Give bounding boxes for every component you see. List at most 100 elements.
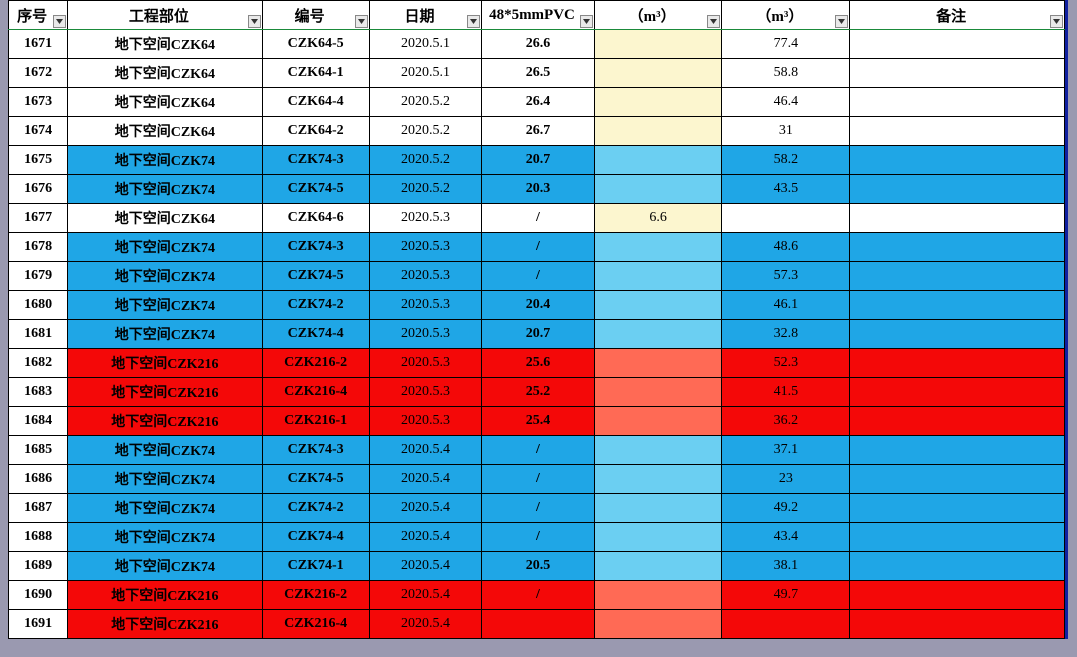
cell-part[interactable]: 地下空间CZK216 [68, 581, 262, 610]
cell-m3b[interactable]: 58.2 [722, 146, 850, 175]
cell-m3b[interactable]: 77.4 [722, 30, 850, 59]
cell-part[interactable]: 地下空间CZK74 [68, 320, 262, 349]
cell-code[interactable]: CZK74-1 [262, 552, 369, 581]
cell-date[interactable]: 2020.5.2 [369, 175, 481, 204]
cell-date[interactable]: 2020.5.1 [369, 30, 481, 59]
cell-date[interactable]: 2020.5.4 [369, 552, 481, 581]
cell-m3b[interactable]: 43.4 [722, 523, 850, 552]
cell-seq[interactable]: 1682 [9, 349, 68, 378]
cell-m3b[interactable]: 48.6 [722, 233, 850, 262]
cell-m3a[interactable] [594, 30, 722, 59]
header-m3b[interactable]: （m³） [722, 1, 850, 30]
cell-code[interactable]: CZK64-4 [262, 88, 369, 117]
cell-code[interactable]: CZK216-2 [262, 581, 369, 610]
cell-date[interactable]: 2020.5.2 [369, 146, 481, 175]
cell-seq[interactable]: 1672 [9, 59, 68, 88]
cell-remark[interactable] [850, 610, 1065, 639]
cell-part[interactable]: 地下空间CZK74 [68, 291, 262, 320]
cell-pvc[interactable]: / [482, 262, 594, 291]
cell-pvc[interactable]: 25.6 [482, 349, 594, 378]
cell-code[interactable]: CZK74-5 [262, 175, 369, 204]
cell-seq[interactable]: 1675 [9, 146, 68, 175]
cell-code[interactable]: CZK74-5 [262, 465, 369, 494]
cell-part[interactable]: 地下空间CZK64 [68, 88, 262, 117]
cell-m3b[interactable]: 46.1 [722, 291, 850, 320]
header-pvc[interactable]: 48*5mmPVC [482, 1, 594, 30]
cell-part[interactable]: 地下空间CZK216 [68, 610, 262, 639]
cell-code[interactable]: CZK64-5 [262, 30, 369, 59]
header-date[interactable]: 日期 [369, 1, 481, 30]
cell-code[interactable]: CZK74-4 [262, 320, 369, 349]
cell-m3b[interactable]: 49.7 [722, 581, 850, 610]
cell-remark[interactable] [850, 378, 1065, 407]
cell-remark[interactable] [850, 349, 1065, 378]
cell-pvc[interactable]: / [482, 233, 594, 262]
cell-remark[interactable] [850, 436, 1065, 465]
cell-code[interactable]: CZK216-2 [262, 349, 369, 378]
cell-pvc[interactable]: 20.7 [482, 320, 594, 349]
cell-pvc[interactable]: 20.7 [482, 146, 594, 175]
cell-seq[interactable]: 1679 [9, 262, 68, 291]
cell-code[interactable]: CZK74-3 [262, 146, 369, 175]
cell-date[interactable]: 2020.5.3 [369, 378, 481, 407]
filter-icon[interactable] [467, 15, 480, 28]
cell-seq[interactable]: 1674 [9, 117, 68, 146]
cell-pvc[interactable]: 25.2 [482, 378, 594, 407]
cell-part[interactable]: 地下空间CZK64 [68, 117, 262, 146]
cell-seq[interactable]: 1691 [9, 610, 68, 639]
cell-remark[interactable] [850, 30, 1065, 59]
header-m3a[interactable]: （m³） [594, 1, 722, 30]
cell-code[interactable]: CZK64-1 [262, 59, 369, 88]
cell-m3b[interactable]: 49.2 [722, 494, 850, 523]
cell-part[interactable]: 地下空间CZK216 [68, 407, 262, 436]
cell-remark[interactable] [850, 320, 1065, 349]
cell-date[interactable]: 2020.5.1 [369, 59, 481, 88]
cell-remark[interactable] [850, 146, 1065, 175]
cell-code[interactable]: CZK216-1 [262, 407, 369, 436]
cell-m3a[interactable] [594, 175, 722, 204]
cell-seq[interactable]: 1671 [9, 30, 68, 59]
cell-pvc[interactable]: 26.5 [482, 59, 594, 88]
cell-seq[interactable]: 1677 [9, 204, 68, 233]
cell-code[interactable]: CZK74-4 [262, 523, 369, 552]
cell-date[interactable]: 2020.5.3 [369, 320, 481, 349]
cell-m3a[interactable] [594, 465, 722, 494]
cell-m3a[interactable] [594, 523, 722, 552]
cell-pvc[interactable]: / [482, 581, 594, 610]
cell-m3b[interactable]: 32.8 [722, 320, 850, 349]
cell-date[interactable]: 2020.5.3 [369, 204, 481, 233]
cell-part[interactable]: 地下空间CZK74 [68, 465, 262, 494]
cell-m3b[interactable]: 52.3 [722, 349, 850, 378]
cell-date[interactable]: 2020.5.4 [369, 436, 481, 465]
cell-seq[interactable]: 1690 [9, 581, 68, 610]
header-part[interactable]: 工程部位 [68, 1, 262, 30]
cell-pvc[interactable]: / [482, 465, 594, 494]
filter-icon[interactable] [580, 15, 593, 28]
cell-m3a[interactable] [594, 233, 722, 262]
filter-icon[interactable] [248, 15, 261, 28]
header-remark[interactable]: 备注 [850, 1, 1065, 30]
cell-remark[interactable] [850, 117, 1065, 146]
filter-icon[interactable] [53, 15, 66, 28]
cell-m3b[interactable]: 37.1 [722, 436, 850, 465]
cell-pvc[interactable]: 26.4 [482, 88, 594, 117]
cell-pvc[interactable]: / [482, 494, 594, 523]
cell-seq[interactable]: 1680 [9, 291, 68, 320]
cell-m3a[interactable] [594, 378, 722, 407]
cell-code[interactable]: CZK74-2 [262, 291, 369, 320]
cell-remark[interactable] [850, 291, 1065, 320]
cell-part[interactable]: 地下空间CZK74 [68, 175, 262, 204]
cell-m3a[interactable] [594, 349, 722, 378]
filter-icon[interactable] [1050, 15, 1063, 28]
cell-m3a[interactable] [594, 320, 722, 349]
cell-code[interactable]: CZK74-2 [262, 494, 369, 523]
cell-m3a[interactable] [594, 146, 722, 175]
header-code[interactable]: 编号 [262, 1, 369, 30]
cell-pvc[interactable]: / [482, 436, 594, 465]
cell-pvc[interactable]: / [482, 523, 594, 552]
cell-seq[interactable]: 1689 [9, 552, 68, 581]
cell-remark[interactable] [850, 494, 1065, 523]
cell-remark[interactable] [850, 465, 1065, 494]
cell-m3a[interactable] [594, 436, 722, 465]
cell-pvc[interactable]: 20.3 [482, 175, 594, 204]
